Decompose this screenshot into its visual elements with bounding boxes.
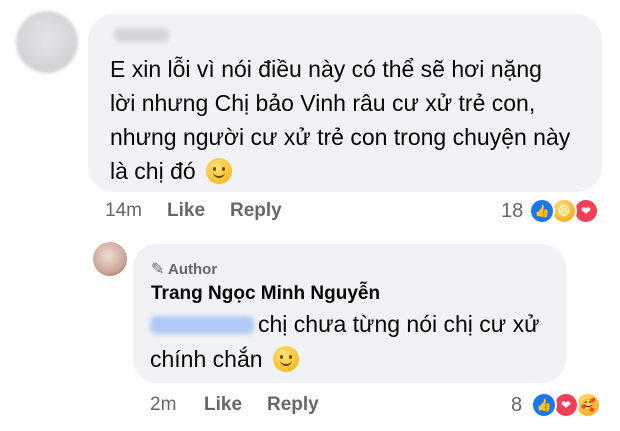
author-name[interactable]: Trang Ngọc Minh Nguyễn: [151, 283, 380, 305]
blurred-commenter-name[interactable]: [114, 28, 169, 42]
author-badge-label: Author: [168, 261, 218, 278]
reply-text-line2: chính chắn: [150, 346, 263, 372]
comment-line: lời nhưng Chị bảo Vinh râu cư xử trẻ con…: [110, 90, 536, 116]
smile-emoji-icon: [272, 346, 299, 372]
reply-text-line1: chị chưa từng nói chị cư xử: [258, 311, 540, 337]
smile-emoji-icon: [206, 158, 233, 184]
comment-line: E xin lỗi vì nói điều này có thể sẽ hơi …: [110, 56, 542, 82]
reply-text-line2-wrap: chính chắn: [150, 342, 299, 376]
reaction-count[interactable]: 8: [511, 394, 522, 417]
comment-text: E xin lỗi vì nói điều này có thể sẽ hơi …: [110, 52, 590, 188]
comment-line: nhưng người cư xử trẻ con trong chuyện n…: [110, 124, 571, 150]
comment-time[interactable]: 14m: [105, 200, 142, 222]
like-icon[interactable]: 👍: [531, 392, 557, 418]
blurred-mention[interactable]: [150, 316, 254, 334]
author-avatar[interactable]: [93, 242, 127, 276]
commenter-avatar[interactable]: [16, 11, 78, 73]
reaction-count[interactable]: 18: [501, 200, 523, 223]
comment-line-text: là chị đó: [110, 158, 196, 184]
pen-icon: ✎: [151, 261, 165, 278]
reply-time[interactable]: 2m: [150, 394, 176, 416]
like-link[interactable]: Like: [204, 394, 242, 416]
reply-link[interactable]: Reply: [230, 200, 282, 222]
reply-link[interactable]: Reply: [267, 394, 319, 416]
comment-line: là chị đó: [110, 154, 590, 188]
like-icon[interactable]: 👍: [529, 198, 555, 224]
like-link[interactable]: Like: [167, 200, 205, 222]
author-badge: ✎ Author: [151, 259, 217, 279]
